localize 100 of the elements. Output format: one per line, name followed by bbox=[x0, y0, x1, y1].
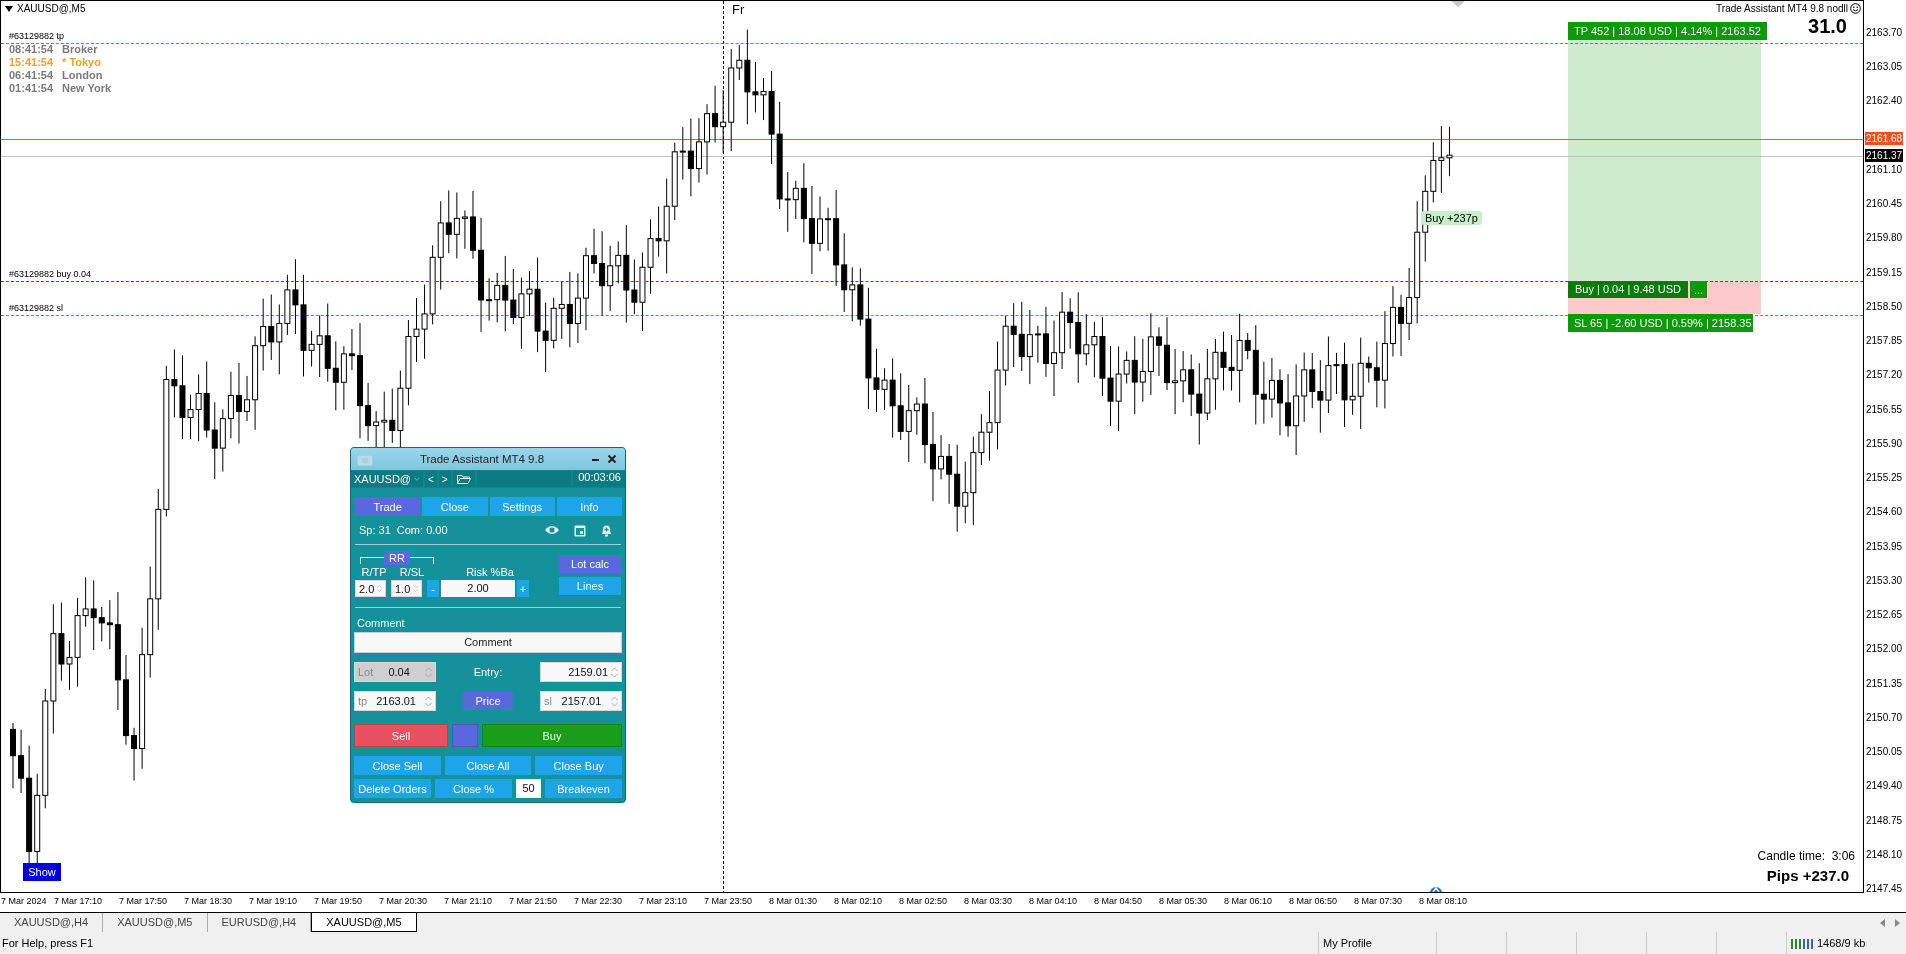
price-tick: 2155.25 bbox=[1866, 472, 1903, 484]
triangle-marker-icon bbox=[1451, 1, 1465, 7]
time-label: 8 Mar 03:30 bbox=[964, 896, 1013, 906]
entry-label: Entry: bbox=[472, 666, 504, 678]
price-tick: 2159.80 bbox=[1866, 232, 1903, 244]
order-line-label: #63129882 sl bbox=[9, 303, 64, 313]
time-label: 8 Mar 06:10 bbox=[1224, 896, 1273, 906]
clock-time: 15:41:54 bbox=[9, 56, 54, 69]
status-help-text: For Help, press F1 bbox=[1, 937, 94, 949]
price-tick: 2161.10 bbox=[1866, 163, 1903, 175]
price-tick: 2163.70 bbox=[1866, 27, 1903, 38]
clock-time: 08:41:54 bbox=[9, 43, 54, 56]
scroll-left-icon[interactable] bbox=[1880, 918, 1886, 927]
stop-loss-label: SL 65 | -2.60 USD | 0.59% | 2158.35 bbox=[1568, 314, 1753, 332]
connection-bars-icon bbox=[1791, 937, 1813, 949]
comment-field[interactable]: Comment bbox=[354, 632, 622, 653]
commission-info: Com: 0.00 bbox=[396, 524, 448, 536]
panel-title: Trade Assistant MT4 9.8 bbox=[418, 453, 546, 465]
price-tick: 2163.05 bbox=[1866, 61, 1903, 73]
time-label: 7 Mar 17:10 bbox=[54, 896, 103, 906]
rtp-spinner[interactable]: 2.0 bbox=[355, 580, 386, 597]
entry-spinner[interactable]: 2159.01 bbox=[540, 662, 622, 682]
toggle-button[interactable] bbox=[452, 724, 478, 747]
time-label: 7 Mar 19:10 bbox=[249, 896, 298, 906]
bracket-line bbox=[409, 557, 434, 564]
action-button[interactable]: Close All bbox=[444, 756, 532, 775]
time-label: 8 Mar 02:10 bbox=[834, 896, 883, 906]
time-label: 7 Mar 21:50 bbox=[509, 896, 558, 906]
time-label: 8 Mar 05:30 bbox=[1159, 896, 1208, 906]
price-tick: 2157.85 bbox=[1866, 335, 1903, 347]
action-button[interactable]: Close % bbox=[435, 779, 512, 798]
risk-field[interactable]: 2.00 bbox=[441, 580, 515, 597]
time-label: 7 Mar 23:50 bbox=[704, 896, 753, 906]
price-tick: 2152.00 bbox=[1866, 643, 1903, 655]
time-label: 8 Mar 08:10 bbox=[1419, 896, 1468, 906]
panel-tab[interactable]: Settings bbox=[489, 497, 555, 516]
order-line-label: #63129882 tp bbox=[9, 31, 65, 41]
eye-icon[interactable] bbox=[544, 524, 560, 536]
show-button[interactable]: Show bbox=[23, 863, 61, 881]
rsl-label: R/SL bbox=[398, 566, 426, 578]
lot-calc-button[interactable]: Lot calc bbox=[559, 555, 621, 573]
indicator-label: Trade Assistant MT4 9.8 nodll bbox=[1716, 3, 1848, 14]
risk-label: Risk %Ba bbox=[465, 566, 515, 578]
day-marker: Fr bbox=[732, 2, 745, 17]
scroll-right-icon[interactable] bbox=[1894, 918, 1900, 927]
decrease-button[interactable]: - bbox=[427, 580, 439, 597]
caret-icon bbox=[414, 476, 420, 482]
arrow-circle-icon bbox=[1429, 884, 1443, 892]
action-button[interactable]: Close Buy bbox=[535, 756, 622, 775]
bell-icon[interactable] bbox=[600, 523, 613, 537]
next-button[interactable]: > bbox=[438, 471, 451, 487]
previous-button[interactable]: < bbox=[425, 471, 437, 487]
price-button[interactable]: Price bbox=[463, 692, 513, 710]
time-label: 8 Mar 02:50 bbox=[899, 896, 948, 906]
price-tick: 2150.05 bbox=[1866, 746, 1903, 758]
increase-button[interactable]: + bbox=[517, 580, 529, 597]
panel-tab[interactable]: Close bbox=[422, 497, 488, 516]
time-label: 7 Mar 21:10 bbox=[444, 896, 493, 906]
action-button[interactable]: Close Sell bbox=[354, 756, 441, 775]
time-label: 7 Mar 2024 bbox=[1, 896, 47, 906]
action-button[interactable]: Delete Orders bbox=[354, 779, 431, 798]
clock-time: 01:41:54 bbox=[9, 82, 54, 95]
sell-button[interactable]: Sell bbox=[354, 724, 448, 747]
spread-info: Sp: 31 bbox=[359, 524, 391, 536]
price-tick: 2153.95 bbox=[1866, 540, 1903, 552]
panel-tab[interactable]: Info bbox=[556, 497, 622, 516]
price-tick: 2159.15 bbox=[1866, 266, 1903, 278]
take-profit-spinner[interactable]: tp 2163.01 bbox=[354, 691, 436, 711]
percent-field[interactable]: 50 bbox=[516, 779, 541, 798]
action-button[interactable]: Breakeven bbox=[545, 779, 622, 798]
price-tick: 2155.90 bbox=[1866, 437, 1903, 449]
price-tick: 2150.70 bbox=[1866, 711, 1903, 723]
timer: 00:03:06 bbox=[573, 471, 625, 487]
stop-loss-spinner[interactable]: sl 2157.01 bbox=[540, 691, 622, 711]
dropdown-triangle-icon[interactable] bbox=[5, 5, 13, 12]
rr-button[interactable]: RR bbox=[384, 551, 410, 565]
spread-value: 31.0 bbox=[1808, 15, 1847, 38]
price-tick: 2148.75 bbox=[1866, 814, 1903, 826]
candle-time: Candle time: 3:06 bbox=[1757, 849, 1855, 863]
more-button[interactable]: ... bbox=[1690, 281, 1708, 298]
rsl-spinner[interactable]: 1.0 bbox=[391, 580, 422, 597]
time-label: 8 Mar 04:50 bbox=[1094, 896, 1143, 906]
trade-marker-label: Buy +237p bbox=[1421, 211, 1482, 225]
price-label: 2161.37 bbox=[1865, 149, 1904, 162]
clock-time: 06:41:54 bbox=[9, 69, 54, 82]
calendar-icon[interactable] bbox=[574, 523, 586, 537]
time-label: 8 Mar 04:10 bbox=[1029, 896, 1078, 906]
open-folder-button[interactable] bbox=[452, 471, 475, 487]
panel-tab[interactable]: Trade bbox=[355, 497, 421, 516]
time-label: 8 Mar 01:30 bbox=[769, 896, 818, 906]
price-tick: 2153.30 bbox=[1866, 574, 1903, 586]
buy-button[interactable]: Buy bbox=[482, 724, 622, 747]
close-icon[interactable] bbox=[607, 454, 617, 464]
symbol-dropdown[interactable]: XAUUSD@ bbox=[351, 471, 423, 487]
lines-button[interactable]: Lines bbox=[559, 577, 621, 595]
clock-city: Broker bbox=[62, 43, 98, 56]
order-line-label: #63129882 buy 0.04 bbox=[9, 269, 92, 279]
comment-label: Comment bbox=[357, 617, 406, 629]
time-label: 7 Mar 17:50 bbox=[119, 896, 168, 906]
chart-tab[interactable]: XAUUSD@,M5 bbox=[311, 913, 417, 932]
